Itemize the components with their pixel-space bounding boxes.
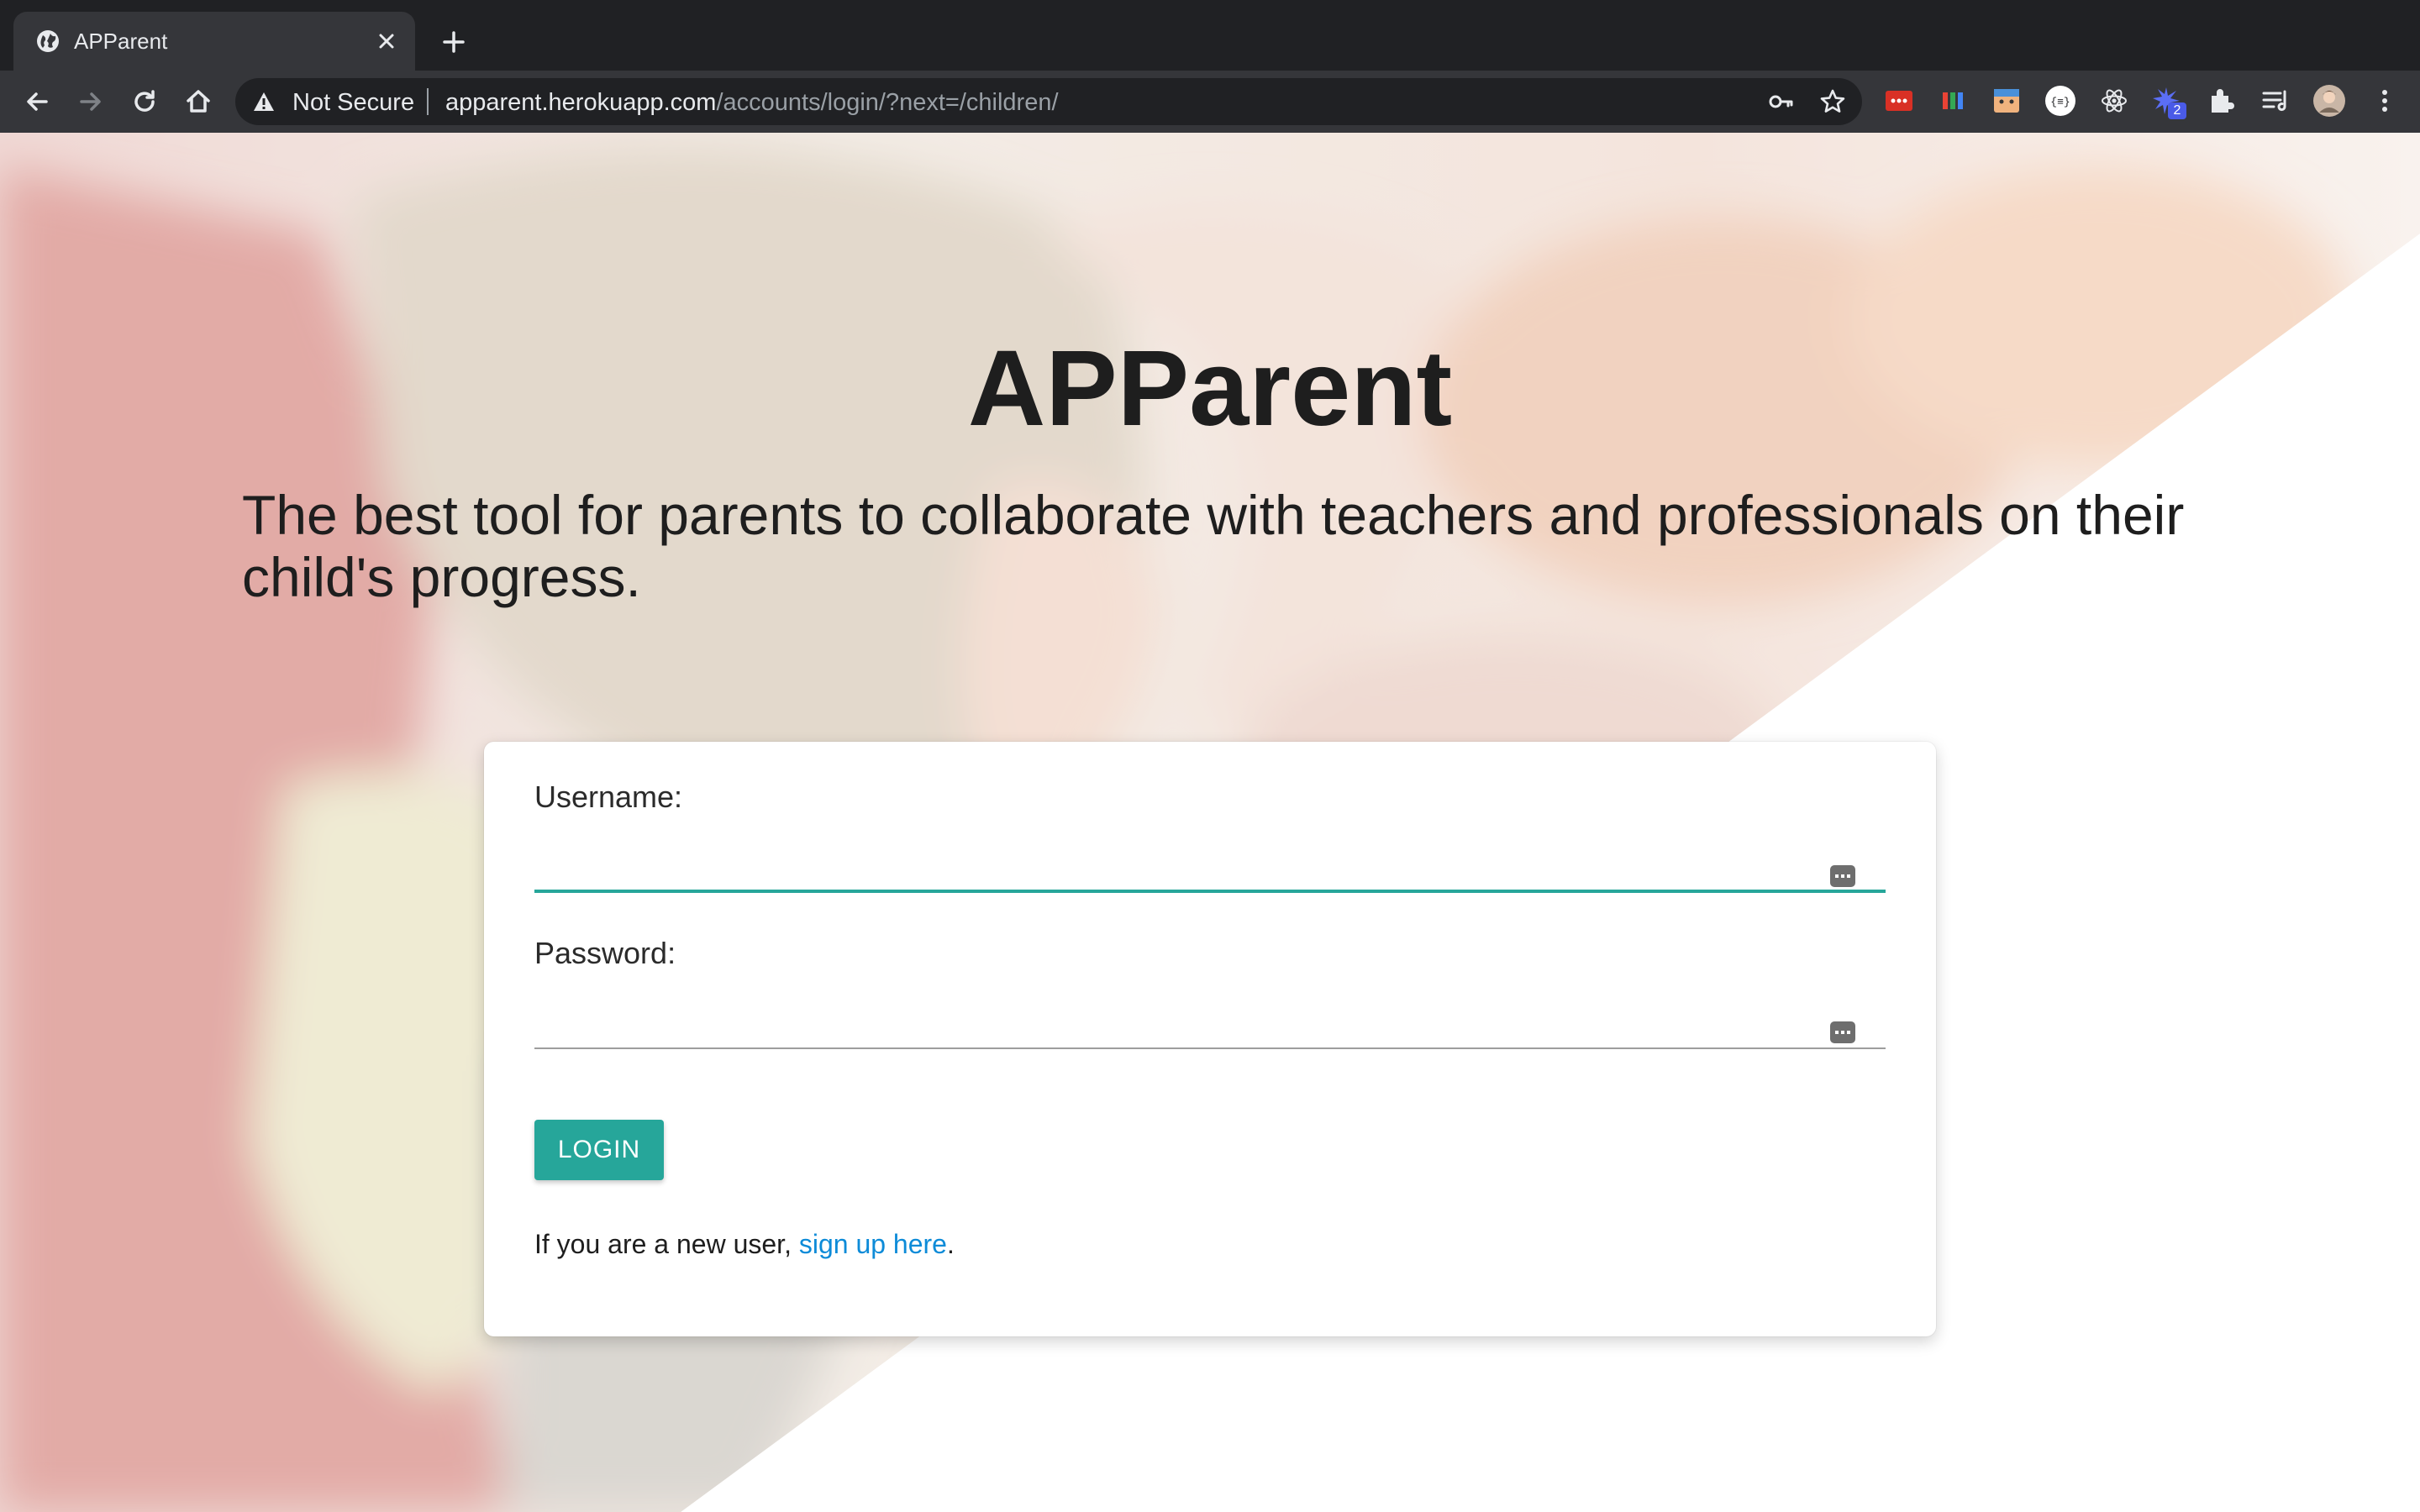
password-input[interactable] — [534, 977, 1886, 1049]
password-manager-icon[interactable] — [1830, 865, 1855, 887]
login-button[interactable]: LOGIN — [534, 1120, 664, 1180]
omnibox-divider — [427, 88, 429, 115]
home-icon[interactable] — [182, 85, 215, 118]
extension-badge-count: 2 — [2168, 102, 2186, 119]
plus-icon[interactable] — [437, 25, 471, 59]
star-icon[interactable] — [1818, 87, 1847, 116]
warning-icon[interactable] — [252, 90, 276, 113]
tab-title: APParent — [74, 29, 168, 54]
back-icon[interactable] — [20, 85, 54, 118]
page-title: APParent — [967, 328, 1453, 449]
reload-icon[interactable] — [128, 85, 161, 118]
extension-red-icon[interactable] — [1882, 84, 1916, 118]
address-bar[interactable]: Not Secure apparent.herokuapp.com/accoun… — [235, 78, 1862, 125]
url-path: /accounts/login/?next=/children/ — [716, 89, 1059, 116]
signup-link[interactable]: sign up here — [799, 1229, 947, 1259]
signup-suffix: . — [946, 1229, 955, 1259]
key-icon[interactable] — [1766, 87, 1795, 116]
close-icon[interactable] — [371, 26, 402, 56]
profile-avatar[interactable] — [2312, 84, 2346, 118]
username-label: Username: — [534, 780, 683, 814]
username-input[interactable] — [534, 821, 1886, 893]
browser-tab-strip: APParent — [0, 0, 2420, 71]
forward-icon[interactable] — [74, 85, 108, 118]
extension-badge-icon[interactable]: 2 — [2151, 84, 2186, 119]
signup-prefix: If you are a new user, — [534, 1229, 799, 1259]
extensions-icon[interactable] — [2205, 84, 2238, 118]
globe-icon — [37, 30, 59, 52]
svg-text:{≡}: {≡} — [2050, 96, 2070, 108]
browser-toolbar: Not Secure apparent.herokuapp.com/accoun… — [0, 71, 2420, 133]
login-form: Username: Password: LOGIN If you are a n… — [484, 742, 1936, 1336]
react-devtools-icon[interactable] — [2097, 84, 2131, 118]
browser-tab[interactable]: APParent — [13, 12, 415, 71]
url-text[interactable]: apparent.herokuapp.com/accounts/login/?n… — [445, 90, 1059, 115]
security-label[interactable]: Not Secure — [292, 90, 414, 115]
page-content: APParent The best tool for parents to co… — [0, 133, 2420, 1512]
signup-prompt: If you are a new user, sign up here. — [534, 1227, 955, 1261]
password-label: Password: — [534, 936, 676, 970]
extension-face-icon[interactable] — [1990, 84, 2023, 118]
password-manager-icon[interactable] — [1830, 1021, 1855, 1043]
page-tagline: The best tool for parents to collaborate… — [242, 484, 2185, 608]
extension-colorful-icon[interactable] — [1936, 84, 1970, 118]
reading-list-icon[interactable] — [2259, 84, 2292, 118]
kebab-menu-icon[interactable] — [2368, 84, 2402, 118]
extension-json-icon[interactable]: {≡} — [2044, 84, 2077, 118]
url-host: apparent.herokuapp.com — [445, 89, 717, 116]
